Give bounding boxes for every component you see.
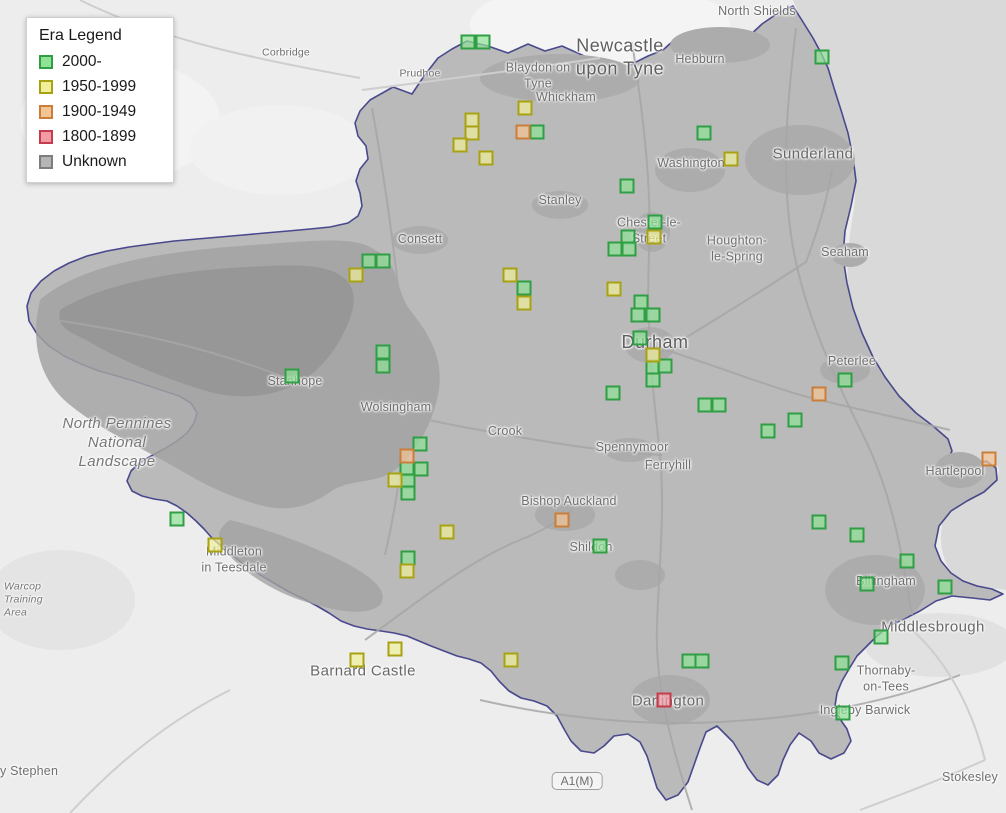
rural-patch [190, 105, 370, 195]
marker-era-2000-[interactable] [414, 462, 429, 477]
marker-era-2000-[interactable] [606, 386, 621, 401]
marker-era-1900-1949[interactable] [812, 387, 827, 402]
legend-item-1800-1899: 1800-1899 [39, 128, 161, 146]
marker-era-1950-1999[interactable] [517, 296, 532, 311]
marker-era-2000-[interactable] [698, 398, 713, 413]
marker-era-1950-1999[interactable] [518, 101, 533, 116]
marker-era-1900-1949[interactable] [516, 125, 531, 140]
legend-swatch-icon [39, 105, 53, 119]
marker-era-2000-[interactable] [517, 281, 532, 296]
marker-era-2000-[interactable] [836, 706, 851, 721]
marker-era-2000-[interactable] [874, 630, 889, 645]
marker-era-2000-[interactable] [401, 486, 416, 501]
legend-swatch-icon [39, 80, 53, 94]
legend-swatch-icon [39, 55, 53, 69]
marker-era-2000-[interactable] [413, 437, 428, 452]
legend-items: 2000- 1950-1999 1900-1949 1800-1899 Unknown [39, 53, 161, 171]
road-shield-a1m: A1(M) [552, 772, 603, 790]
marker-era-2000-[interactable] [362, 254, 377, 269]
marker-era-2000-[interactable] [712, 398, 727, 413]
marker-era-2000-[interactable] [646, 373, 661, 388]
marker-era-2000-[interactable] [815, 50, 830, 65]
marker-era-1900-1949[interactable] [982, 452, 997, 467]
marker-era-1950-1999[interactable] [647, 230, 662, 245]
marker-era-2000-[interactable] [620, 179, 635, 194]
legend-label: 2000- [62, 53, 102, 71]
marker-era-1950-1999[interactable] [208, 538, 223, 553]
marker-era-1950-1999[interactable] [646, 348, 661, 363]
marker-era-1950-1999[interactable] [607, 282, 622, 297]
legend-swatch-icon [39, 130, 53, 144]
legend-item-1900-1949: 1900-1949 [39, 103, 161, 121]
marker-era-2000-[interactable] [461, 35, 476, 50]
marker-era-2000-[interactable] [850, 528, 865, 543]
marker-era-1950-1999[interactable] [479, 151, 494, 166]
marker-era-1950-1999[interactable] [349, 268, 364, 283]
marker-era-2000-[interactable] [631, 308, 646, 323]
marker-era-2000-[interactable] [593, 539, 608, 554]
legend-label: Unknown [62, 153, 127, 171]
marker-era-1950-1999[interactable] [504, 653, 519, 668]
legend-title: Era Legend [39, 27, 161, 45]
marker-era-1950-1999[interactable] [400, 564, 415, 579]
marker-era-2000-[interactable] [646, 308, 661, 323]
marker-era-2000-[interactable] [648, 215, 663, 230]
legend-swatch-icon [39, 155, 53, 169]
marker-era-1900-1949[interactable] [400, 449, 415, 464]
marker-era-2000-[interactable] [761, 424, 776, 439]
marker-era-2000-[interactable] [376, 254, 391, 269]
marker-era-2000-[interactable] [900, 554, 915, 569]
marker-era-2000-[interactable] [835, 656, 850, 671]
marker-era-2000-[interactable] [376, 345, 391, 360]
marker-era-2000-[interactable] [838, 373, 853, 388]
marker-era-1950-1999[interactable] [453, 138, 468, 153]
marker-era-1950-1999[interactable] [388, 642, 403, 657]
marker-era-2000-[interactable] [860, 577, 875, 592]
marker-era-2000-[interactable] [938, 580, 953, 595]
marker-era-1950-1999[interactable] [503, 268, 518, 283]
marker-era-2000-[interactable] [608, 242, 623, 257]
marker-era-2000-[interactable] [285, 369, 300, 384]
map-viewport[interactable]: North ShieldsNewcastle upon TyneHexhamCo… [0, 0, 1006, 813]
marker-era-2000-[interactable] [788, 413, 803, 428]
legend-label: 1900-1949 [62, 103, 136, 121]
marker-era-2000-[interactable] [622, 242, 637, 257]
marker-era-2000-[interactable] [530, 125, 545, 140]
marker-era-2000-[interactable] [476, 35, 491, 50]
marker-era-2000-[interactable] [376, 359, 391, 374]
marker-era-2000-[interactable] [695, 654, 710, 669]
marker-era-1950-1999[interactable] [724, 152, 739, 167]
marker-era-1950-1999[interactable] [350, 653, 365, 668]
marker-era-2000-[interactable] [170, 512, 185, 527]
marker-era-2000-[interactable] [633, 331, 648, 346]
legend-label: 1950-1999 [62, 78, 136, 96]
legend-item-1950-1999: 1950-1999 [39, 78, 161, 96]
legend-item-unknown: Unknown [39, 153, 161, 171]
marker-era-1800-1899[interactable] [657, 693, 672, 708]
marker-era-2000-[interactable] [697, 126, 712, 141]
marker-era-2000-[interactable] [812, 515, 827, 530]
marker-era-1950-1999[interactable] [440, 525, 455, 540]
legend-label: 1800-1899 [62, 128, 136, 146]
marker-era-1950-1999[interactable] [388, 473, 403, 488]
marker-era-1900-1949[interactable] [555, 513, 570, 528]
legend-item-2000-: 2000- [39, 53, 161, 71]
era-legend: Era Legend 2000- 1950-1999 1900-1949 1800-1… [26, 17, 174, 183]
